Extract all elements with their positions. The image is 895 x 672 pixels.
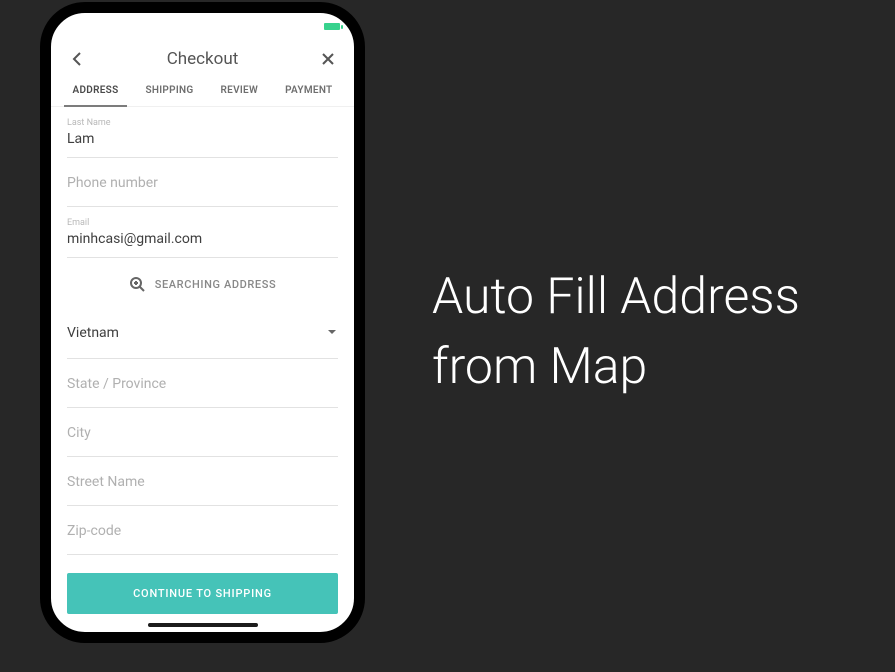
chevron-left-icon [71, 51, 83, 67]
tab-payment[interactable]: PAYMENT [281, 77, 336, 106]
close-icon [321, 52, 335, 66]
home-indicator[interactable] [148, 623, 258, 627]
tab-shipping[interactable]: SHIPPING [141, 77, 197, 106]
last-name-label: Last Name [67, 117, 338, 129]
phone-frame: Checkout ADDRESS SHIPPING REVIEW PAYMENT… [40, 2, 365, 643]
searching-address-button[interactable]: SEARCHING ADDRESS [67, 258, 338, 306]
last-name-field[interactable]: Last Name Lam [67, 107, 338, 158]
state-placeholder: State / Province [67, 369, 338, 399]
back-button[interactable] [67, 49, 87, 69]
search-location-icon [129, 276, 145, 292]
zip-field[interactable]: Zip-code [67, 506, 338, 555]
status-bar [51, 13, 354, 31]
caption-line-2: from Map [432, 332, 800, 402]
tab-review[interactable]: REVIEW [217, 77, 263, 106]
close-button[interactable] [318, 49, 338, 69]
searching-address-label: SEARCHING ADDRESS [155, 278, 277, 291]
country-dropdown[interactable]: Vietnam [67, 306, 338, 359]
marketing-caption: Auto Fill Address from Map [432, 262, 800, 402]
street-placeholder: Street Name [67, 467, 338, 497]
city-field[interactable]: City [67, 408, 338, 457]
city-placeholder: City [67, 418, 338, 448]
email-field[interactable]: Email minhcasi@gmail.com [67, 207, 338, 258]
tab-address[interactable]: ADDRESS [68, 77, 122, 106]
email-label: Email [67, 217, 338, 229]
zip-placeholder: Zip-code [67, 516, 338, 546]
state-field[interactable]: State / Province [67, 359, 338, 408]
caret-down-icon [328, 330, 336, 334]
phone-field[interactable]: Phone number [67, 158, 338, 207]
caption-line-1: Auto Fill Address [432, 262, 800, 332]
last-name-value: Lam [67, 129, 338, 149]
country-value: Vietnam [67, 316, 338, 350]
battery-icon [324, 23, 340, 30]
email-value: minhcasi@gmail.com [67, 229, 338, 249]
street-field[interactable]: Street Name [67, 457, 338, 506]
continue-to-shipping-button[interactable]: CONTINUE TO SHIPPING [67, 573, 338, 614]
phone-placeholder: Phone number [67, 168, 338, 198]
page-title: Checkout [87, 49, 318, 69]
